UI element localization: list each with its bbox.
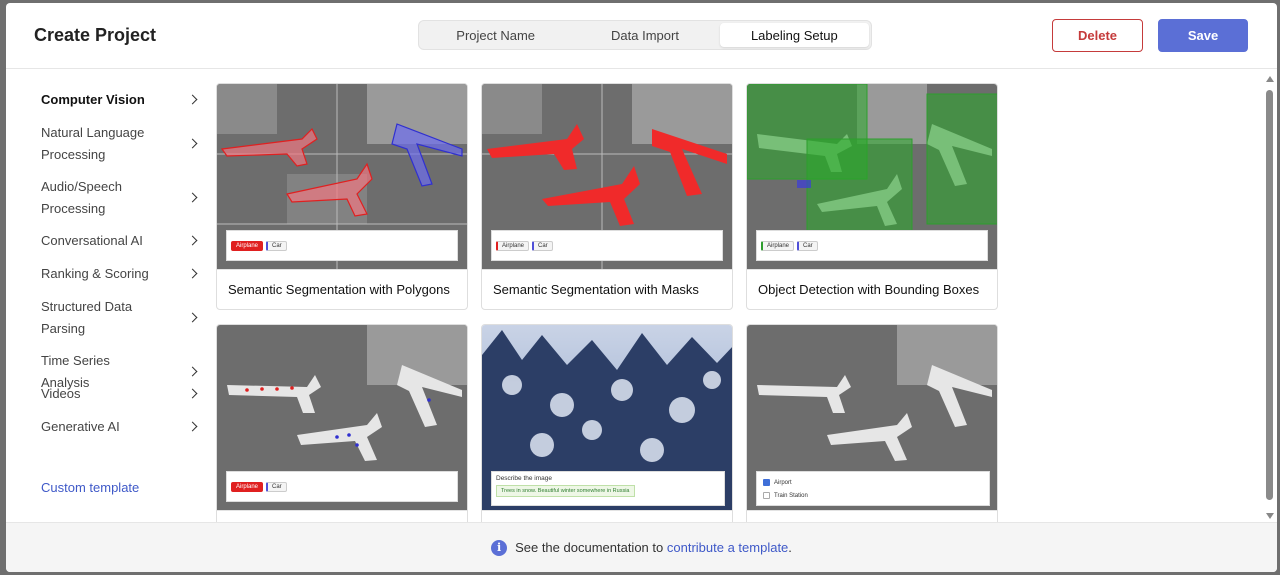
option-airport[interactable]: Airport bbox=[763, 476, 983, 489]
checkbox-icon bbox=[763, 492, 770, 499]
sidebar-item-generative-ai[interactable]: Generative AI bbox=[41, 416, 199, 438]
sidebar-item-conversational-ai[interactable]: Conversational AI bbox=[41, 230, 199, 252]
checkbox-checked-icon bbox=[763, 479, 770, 486]
sidebar-item-audio-speech[interactable]: Audio/Speech Processing bbox=[41, 176, 199, 220]
save-button[interactable]: Save bbox=[1158, 19, 1248, 52]
caption-form: Describe the image Trees in snow. Beauti… bbox=[491, 471, 725, 506]
tab-project-name[interactable]: Project Name bbox=[421, 23, 570, 47]
template-grid: Airplane Car Semantic Segmentation with … bbox=[216, 83, 1256, 523]
template-preview-image: Airport Train Station bbox=[747, 325, 997, 510]
step-tabs: Project Name Data Import Labeling Setup bbox=[418, 20, 872, 50]
footer-text-suffix: . bbox=[788, 540, 792, 555]
template-category-sidebar: Computer Vision Natural Language Process… bbox=[6, 70, 211, 522]
sidebar-item-label: Conversational AI bbox=[41, 233, 143, 248]
caption-answer: Trees in snow. Beautiful winter somewher… bbox=[496, 485, 635, 497]
label-tag: Airplane bbox=[496, 240, 530, 251]
label-tag: Airplane bbox=[231, 240, 264, 251]
chevron-right-icon bbox=[187, 388, 199, 400]
template-preview-image: Describe the image Trees in snow. Beauti… bbox=[482, 325, 732, 510]
sidebar-item-label: Generative AI bbox=[41, 419, 120, 434]
sidebar-item-label: Natural Language Processing bbox=[41, 125, 145, 162]
label-tag: Airplane bbox=[761, 240, 795, 251]
template-card-keypoints[interactable]: Airplane Car bbox=[216, 324, 468, 523]
template-card-masks[interactable]: Airplane Car Semantic Segmentation with … bbox=[481, 83, 733, 310]
label-tag-bar: Airplane Car bbox=[756, 230, 988, 261]
label-tag-bar: Airplane Car bbox=[226, 230, 458, 261]
chevron-right-icon bbox=[187, 312, 199, 324]
chevron-right-icon bbox=[187, 268, 199, 280]
footer-text-prefix: See the documentation to bbox=[515, 540, 664, 555]
template-card-title: Semantic Segmentation with Masks bbox=[482, 269, 732, 309]
delete-button[interactable]: Delete bbox=[1052, 19, 1143, 52]
label-tag: Car bbox=[532, 240, 553, 251]
info-icon: i bbox=[491, 539, 508, 556]
label-tag-bar: Airplane Car bbox=[226, 471, 458, 502]
label-tag: Airplane bbox=[231, 481, 264, 492]
template-card-image-captioning[interactable]: Describe the image Trees in snow. Beauti… bbox=[481, 324, 733, 523]
caption-prompt: Describe the image bbox=[496, 475, 552, 482]
sidebar-item-label: Structured Data Parsing bbox=[41, 299, 133, 336]
tab-labeling-setup[interactable]: Labeling Setup bbox=[719, 23, 869, 47]
chevron-right-icon bbox=[187, 192, 199, 204]
contribute-template-link[interactable]: contribute a template bbox=[667, 540, 788, 555]
option-label: Train Station bbox=[774, 492, 808, 499]
template-card-title: Semantic Segmentation with Polygons bbox=[217, 269, 467, 309]
chevron-right-icon bbox=[187, 94, 199, 106]
label-tag: Car bbox=[266, 240, 287, 251]
template-preview-image: Airplane Car bbox=[217, 325, 467, 510]
template-preview-image: Airplane Car bbox=[217, 84, 467, 269]
template-preview-image: Airplane Car bbox=[482, 84, 732, 269]
footer-text: See the documentation to contribute a te… bbox=[515, 540, 792, 555]
scroll-down-icon[interactable] bbox=[1266, 513, 1274, 519]
scroll-thumb[interactable] bbox=[1266, 90, 1273, 500]
label-tag-bar: Airplane Car bbox=[491, 230, 723, 261]
vertical-scrollbar[interactable] bbox=[1264, 73, 1276, 522]
chevron-right-icon bbox=[187, 366, 199, 378]
modal-header: Create Project Project Name Data Import … bbox=[6, 3, 1277, 69]
template-card-title: Object Detection with Bounding Boxes bbox=[747, 269, 997, 309]
sidebar-item-label: Computer Vision bbox=[41, 92, 145, 107]
page-title: Create Project bbox=[34, 25, 157, 45]
scroll-up-icon[interactable] bbox=[1266, 76, 1274, 82]
tab-data-import[interactable]: Data Import bbox=[570, 23, 719, 47]
custom-template-link[interactable]: Custom template bbox=[41, 480, 139, 495]
sidebar-item-nlp[interactable]: Natural Language Processing bbox=[41, 122, 199, 166]
create-project-modal: Create Project Project Name Data Import … bbox=[6, 3, 1277, 572]
classification-options: Airport Train Station bbox=[756, 471, 990, 506]
sidebar-item-structured-data[interactable]: Structured Data Parsing bbox=[41, 296, 199, 340]
chevron-right-icon bbox=[187, 138, 199, 150]
template-card-bounding-boxes[interactable]: Airplane Car Object Detection with Bound… bbox=[746, 83, 998, 310]
chevron-right-icon bbox=[187, 235, 199, 247]
option-label: Airport bbox=[774, 479, 792, 486]
template-card-image-classification[interactable]: Airport Train Station bbox=[746, 324, 998, 523]
sidebar-item-ranking-scoring[interactable]: Ranking & Scoring bbox=[41, 263, 199, 285]
modal-footer: i See the documentation to contribute a … bbox=[6, 522, 1277, 572]
sidebar-item-label: Audio/Speech Processing bbox=[41, 179, 122, 216]
sidebar-item-computer-vision[interactable]: Computer Vision bbox=[41, 89, 199, 111]
option-train-station[interactable]: Train Station bbox=[763, 489, 983, 502]
sidebar-item-label: Videos bbox=[41, 386, 81, 401]
template-card-polygons[interactable]: Airplane Car Semantic Segmentation with … bbox=[216, 83, 468, 310]
template-preview-image: Airplane Car bbox=[747, 84, 997, 269]
label-tag: Car bbox=[797, 240, 818, 251]
sidebar-item-label: Ranking & Scoring bbox=[41, 266, 149, 281]
sidebar-item-videos[interactable]: Videos bbox=[41, 383, 199, 405]
chevron-right-icon bbox=[187, 421, 199, 433]
label-tag: Car bbox=[266, 481, 287, 492]
